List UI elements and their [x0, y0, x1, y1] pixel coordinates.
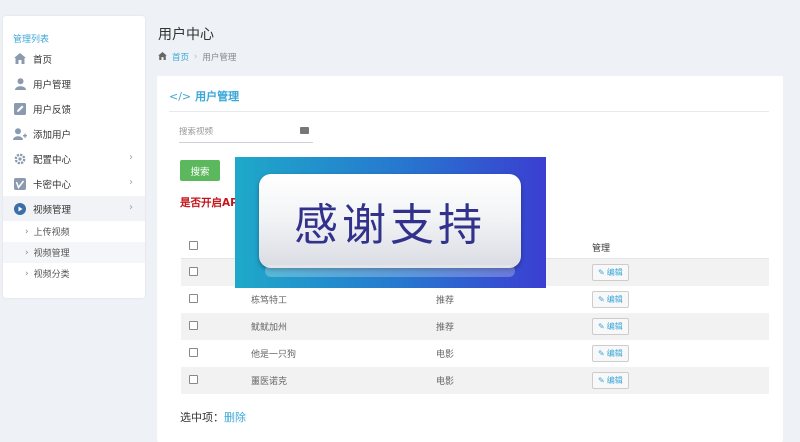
submenu-item-label: 视频管理: [33, 249, 70, 259]
row-checkbox[interactable]: [189, 374, 198, 384]
edit-button[interactable]: ✎ 编辑: [592, 372, 629, 389]
banner-reflection: [265, 265, 515, 277]
search-field: [179, 124, 313, 143]
sidebar-item-label: 用户反馈: [33, 104, 72, 116]
edit-label: 编辑: [606, 376, 623, 385]
manage-column-header: 管理: [592, 243, 611, 254]
video-type: 电影: [436, 350, 455, 360]
code-icon: </>: [169, 90, 192, 103]
edit-label: 编辑: [606, 268, 623, 277]
edit-icon: ✎: [598, 376, 605, 385]
video-type: 推荐: [436, 323, 455, 333]
selected-label: 选中项：: [180, 411, 224, 424]
submenu-item-category[interactable]: › 视频分类: [3, 263, 145, 284]
edit-icon: ✎: [598, 322, 605, 331]
sidebar-item-add-user[interactable]: 添加用户: [3, 121, 145, 146]
edit-button[interactable]: ✎ 编辑: [592, 318, 629, 335]
sidebar-item-label: 视频管理: [33, 204, 72, 216]
row-checkbox[interactable]: [189, 320, 198, 330]
edit-button[interactable]: ✎ 编辑: [592, 264, 629, 281]
sidebar-item-label: 配置中心: [33, 154, 72, 166]
video-type: 推荐: [436, 296, 455, 306]
sidebar-item-home[interactable]: 首页: [3, 46, 145, 71]
edit-label: 编辑: [606, 349, 623, 358]
row-checkbox[interactable]: [189, 266, 198, 276]
chevron-right-icon: ›: [129, 202, 133, 213]
submenu-item-label: 视频分类: [33, 270, 70, 280]
sidebar-item-feedback[interactable]: 用户反馈: [3, 96, 145, 121]
chevron-right-icon: ›: [25, 247, 29, 258]
sidebar-item-label: 添加用户: [33, 129, 72, 141]
edit-label: 编辑: [606, 322, 623, 331]
video-name: 栋笃特工: [251, 296, 288, 306]
delete-link[interactable]: 删除: [224, 411, 246, 424]
play-icon: [13, 202, 27, 216]
chevron-right-icon: ›: [25, 226, 29, 237]
table-row: 噩医诺克 电影 ✎ 编辑: [181, 367, 769, 394]
sidebar-menu: 首页 用户管理 用户反馈 添加用户 配置中心 › 卡密中心 › 视频管理 › ›…: [3, 46, 145, 284]
sidebar-item-video-manage[interactable]: 视频管理 ›: [3, 196, 145, 221]
thanks-banner: 感谢支持: [235, 157, 546, 288]
submenu-item-video-manage[interactable]: › 视频管理: [3, 242, 145, 263]
sidebar-item-label: 首页: [33, 54, 53, 66]
panel-title: 用户管理: [195, 90, 240, 103]
breadcrumb-home-link[interactable]: 首页: [172, 51, 189, 63]
table-row: 栋笃特工 推荐 ✎ 编辑: [181, 286, 769, 313]
video-name: 他是一只狗: [251, 350, 297, 360]
search-button[interactable]: 搜索: [180, 160, 220, 181]
selected-actions: 选中项：删除: [180, 409, 246, 425]
api-toggle-label: 是否开启AP: [180, 197, 238, 209]
sidebar-item-label: 卡密中心: [33, 179, 72, 191]
row-checkbox[interactable]: [189, 347, 198, 357]
table-row: 鱿鱿加州 推荐 ✎ 编辑: [181, 313, 769, 340]
breadcrumb-separator: ›: [194, 52, 198, 62]
sidebar-item-label: 用户管理: [33, 79, 72, 91]
panel-header: </> 用户管理: [169, 88, 769, 112]
submenu-item-label: 上传视频: [33, 228, 70, 238]
breadcrumb: 首页 › 用户管理: [158, 51, 236, 63]
sidebar: 管理列表 首页 用户管理 用户反馈 添加用户 配置中心 › 卡密中心 › 视频管…: [3, 16, 145, 298]
edit-icon: [13, 102, 27, 116]
user-icon: [13, 77, 27, 91]
breadcrumb-current: 用户管理: [202, 53, 237, 63]
search-input[interactable]: [179, 127, 289, 137]
banner-card: 感谢支持: [259, 174, 521, 268]
gear-icon: [13, 152, 27, 166]
edit-button[interactable]: ✎ 编辑: [592, 345, 629, 362]
sidebar-item-cardkey[interactable]: 卡密中心 ›: [3, 171, 145, 196]
select-all-checkbox[interactable]: [189, 241, 198, 250]
vimeo-icon: [13, 177, 27, 191]
home-icon: [158, 51, 167, 63]
edit-icon: ✎: [598, 349, 605, 358]
edit-button[interactable]: ✎ 编辑: [592, 291, 629, 308]
sidebar-title: 管理列表: [13, 35, 50, 45]
keyboard-icon[interactable]: [300, 127, 309, 134]
sidebar-item-config[interactable]: 配置中心 ›: [3, 146, 145, 171]
home-icon: [13, 52, 27, 66]
row-checkbox[interactable]: [189, 293, 198, 303]
video-name: 鱿鱿加州: [251, 323, 288, 333]
sidebar-item-users[interactable]: 用户管理: [3, 71, 145, 96]
banner-text: 感谢支持: [294, 200, 486, 251]
chevron-right-icon: ›: [25, 268, 29, 279]
page-title: 用户中心: [158, 27, 214, 43]
edit-label: 编辑: [606, 295, 623, 304]
chevron-right-icon: ›: [129, 152, 133, 163]
submenu-item-upload[interactable]: › 上传视频: [3, 221, 145, 242]
table-row: 他是一只狗 电影 ✎ 编辑: [181, 340, 769, 367]
edit-icon: ✎: [598, 268, 605, 277]
video-type: 电影: [436, 377, 455, 387]
add-user-icon: [13, 127, 27, 141]
video-name: 噩医诺克: [251, 377, 288, 387]
edit-icon: ✎: [598, 295, 605, 304]
chevron-right-icon: ›: [129, 177, 133, 188]
